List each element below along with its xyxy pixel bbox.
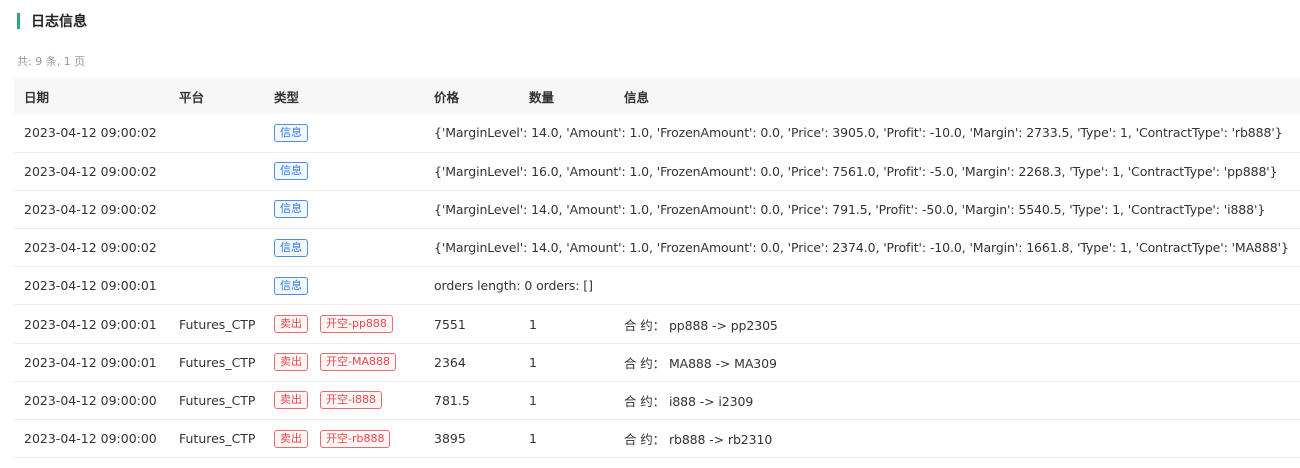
- type-badge: 卖出: [274, 391, 308, 410]
- log-platform: [169, 114, 264, 152]
- action-badge: 开空-pp888: [320, 315, 393, 334]
- log-platform: Futures_CTP: [179, 316, 256, 332]
- log-type: 信息: [264, 114, 424, 152]
- log-platform: Futures_CTP: [179, 431, 256, 447]
- table-row: 2023-04-12 09:00:01 信息 orders length: 0 or…: [14, 267, 1300, 305]
- log-platform: [169, 190, 264, 228]
- log-type: 卖出 开空-i888: [264, 381, 424, 419]
- log-info: 合 约： MA888 -> MA309: [614, 343, 1300, 381]
- log-price: 3895: [434, 431, 466, 447]
- log-info-text: 合 约： rb888 -> rb2310: [624, 432, 773, 448]
- log-info-text: {'MarginLevel': 14.0, 'Amount': 1.0, 'Fr…: [434, 240, 1289, 256]
- panel-header: 日志信息: [17, 11, 87, 31]
- table-row: 2023-04-12 09:00:02 信息 {'MarginLevel': 14.…: [14, 114, 1300, 153]
- log-info-text: {'MarginLevel': 16.0, 'Amount': 1.0, 'Fr…: [434, 163, 1278, 179]
- table-body: 2023-04-12 09:00:02 信息 {'MarginLevel': 14.…: [14, 114, 1300, 458]
- action-badge: 开空-i888: [320, 391, 383, 410]
- accent-bar: [17, 13, 20, 29]
- column-header-quantity[interactable]: 数量: [519, 78, 614, 114]
- column-header-price[interactable]: 价格: [424, 78, 519, 114]
- log-platform: [169, 267, 264, 305]
- log-date: 2023-04-12 09:00:02: [24, 201, 157, 217]
- log-date: 2023-04-12 09:00:01: [24, 354, 157, 370]
- log-type: 卖出 开空-rb888: [264, 420, 424, 458]
- log-platform: [169, 229, 264, 267]
- type-badge: 信息: [274, 200, 308, 219]
- log-price: 781.5: [434, 392, 470, 408]
- table-row: 2023-04-12 09:00:00 Futures_CTP 卖出 开空-rb888…: [14, 420, 1300, 458]
- log-date: 2023-04-12 09:00:02: [24, 125, 157, 141]
- log-price: 2364: [434, 354, 466, 370]
- log-table: 日期 平台 类型 价格 数量 信息 2023-04-12 09:00:02 信息 {…: [14, 78, 1300, 458]
- log-info: {'MarginLevel': 16.0, 'Amount': 1.0, 'Fr…: [424, 152, 1300, 190]
- action-badge: 开空-rb888: [320, 429, 391, 448]
- type-badge: 信息: [274, 162, 308, 181]
- column-header-type[interactable]: 类型: [264, 78, 317, 114]
- log-info-text: 合 约： i888 -> i2309: [624, 393, 754, 409]
- log-type: 卖出 开空-pp888: [264, 305, 424, 343]
- table-row: 2023-04-12 09:00:01 Futures_CTP 卖出 开空-MA888…: [14, 343, 1300, 382]
- log-platform: Futures_CTP: [179, 354, 256, 370]
- log-type: 信息: [264, 267, 424, 305]
- log-info: 合 约： pp888 -> pp2305: [614, 305, 1300, 343]
- log-type: 信息: [264, 229, 424, 267]
- log-info: {'MarginLevel': 14.0, 'Amount': 1.0, 'Fr…: [424, 229, 1300, 267]
- type-badge: 卖出: [274, 353, 308, 372]
- page-title: 日志信息: [31, 14, 87, 30]
- column-header-platform[interactable]: 平台: [169, 78, 264, 114]
- log-panel: 日志信息 共: 9 条, 1 页 日期 平台 类型 价格 数量 信息 2023-…: [0, 0, 1300, 468]
- log-info: orders length: 0 orders: []: [424, 267, 1300, 305]
- log-date: 2023-04-12 09:00:02: [24, 240, 157, 256]
- type-badge: 卖出: [274, 315, 308, 334]
- log-platform: Futures_CTP: [179, 392, 256, 408]
- column-header-info[interactable]: 信息: [614, 78, 1300, 114]
- log-quantity: 1: [529, 431, 537, 447]
- log-info-text: {'MarginLevel': 14.0, 'Amount': 1.0, 'Fr…: [434, 201, 1266, 217]
- table-row: 2023-04-12 09:00:02 信息 {'MarginLevel': 16.…: [14, 152, 1300, 191]
- log-date: 2023-04-12 09:00:00: [24, 431, 157, 447]
- log-date: 2023-04-12 09:00:01: [24, 278, 157, 294]
- log-quantity: 1: [529, 392, 537, 408]
- column-header-type-extra: [317, 78, 424, 114]
- table-header-row: 日期 平台 类型 价格 数量 信息: [14, 78, 1300, 114]
- type-badge: 卖出: [274, 429, 308, 448]
- type-badge: 信息: [274, 123, 308, 142]
- log-type: 信息: [264, 190, 424, 228]
- log-info: {'MarginLevel': 14.0, 'Amount': 1.0, 'Fr…: [424, 190, 1300, 228]
- column-header-date[interactable]: 日期: [14, 78, 169, 114]
- log-price: 7551: [434, 316, 466, 332]
- table-row: 2023-04-12 09:00:01 Futures_CTP 卖出 开空-pp888…: [14, 305, 1300, 344]
- log-platform: [169, 152, 264, 190]
- type-badge: 信息: [274, 238, 308, 257]
- table-row: 2023-04-12 09:00:02 信息 {'MarginLevel': 14.…: [14, 190, 1300, 229]
- log-info-text: {'MarginLevel': 14.0, 'Amount': 1.0, 'Fr…: [434, 125, 1283, 141]
- log-info-text: 合 约： pp888 -> pp2305: [624, 317, 778, 333]
- log-info-text: 合 约： MA888 -> MA309: [624, 355, 777, 371]
- log-quantity: 1: [529, 354, 537, 370]
- log-type: 卖出 开空-MA888: [264, 343, 424, 381]
- log-date: 2023-04-12 09:00:00: [24, 392, 157, 408]
- action-badge: 开空-MA888: [320, 353, 396, 372]
- log-type: 信息: [264, 152, 424, 190]
- table-row: 2023-04-12 09:00:02 信息 {'MarginLevel': 14.…: [14, 229, 1300, 267]
- log-quantity: 1: [529, 316, 537, 332]
- type-badge: 信息: [274, 276, 308, 295]
- log-info: 合 约： rb888 -> rb2310: [614, 420, 1300, 458]
- record-summary: 共: 9 条, 1 页: [17, 55, 86, 68]
- log-date: 2023-04-12 09:00:01: [24, 316, 157, 332]
- log-date: 2023-04-12 09:00:02: [24, 163, 157, 179]
- log-info: {'MarginLevel': 14.0, 'Amount': 1.0, 'Fr…: [424, 114, 1300, 152]
- log-info-text: orders length: 0 orders: []: [434, 278, 593, 294]
- log-info: 合 约： i888 -> i2309: [614, 381, 1300, 419]
- table-row: 2023-04-12 09:00:00 Futures_CTP 卖出 开空-i888 7…: [14, 381, 1300, 420]
